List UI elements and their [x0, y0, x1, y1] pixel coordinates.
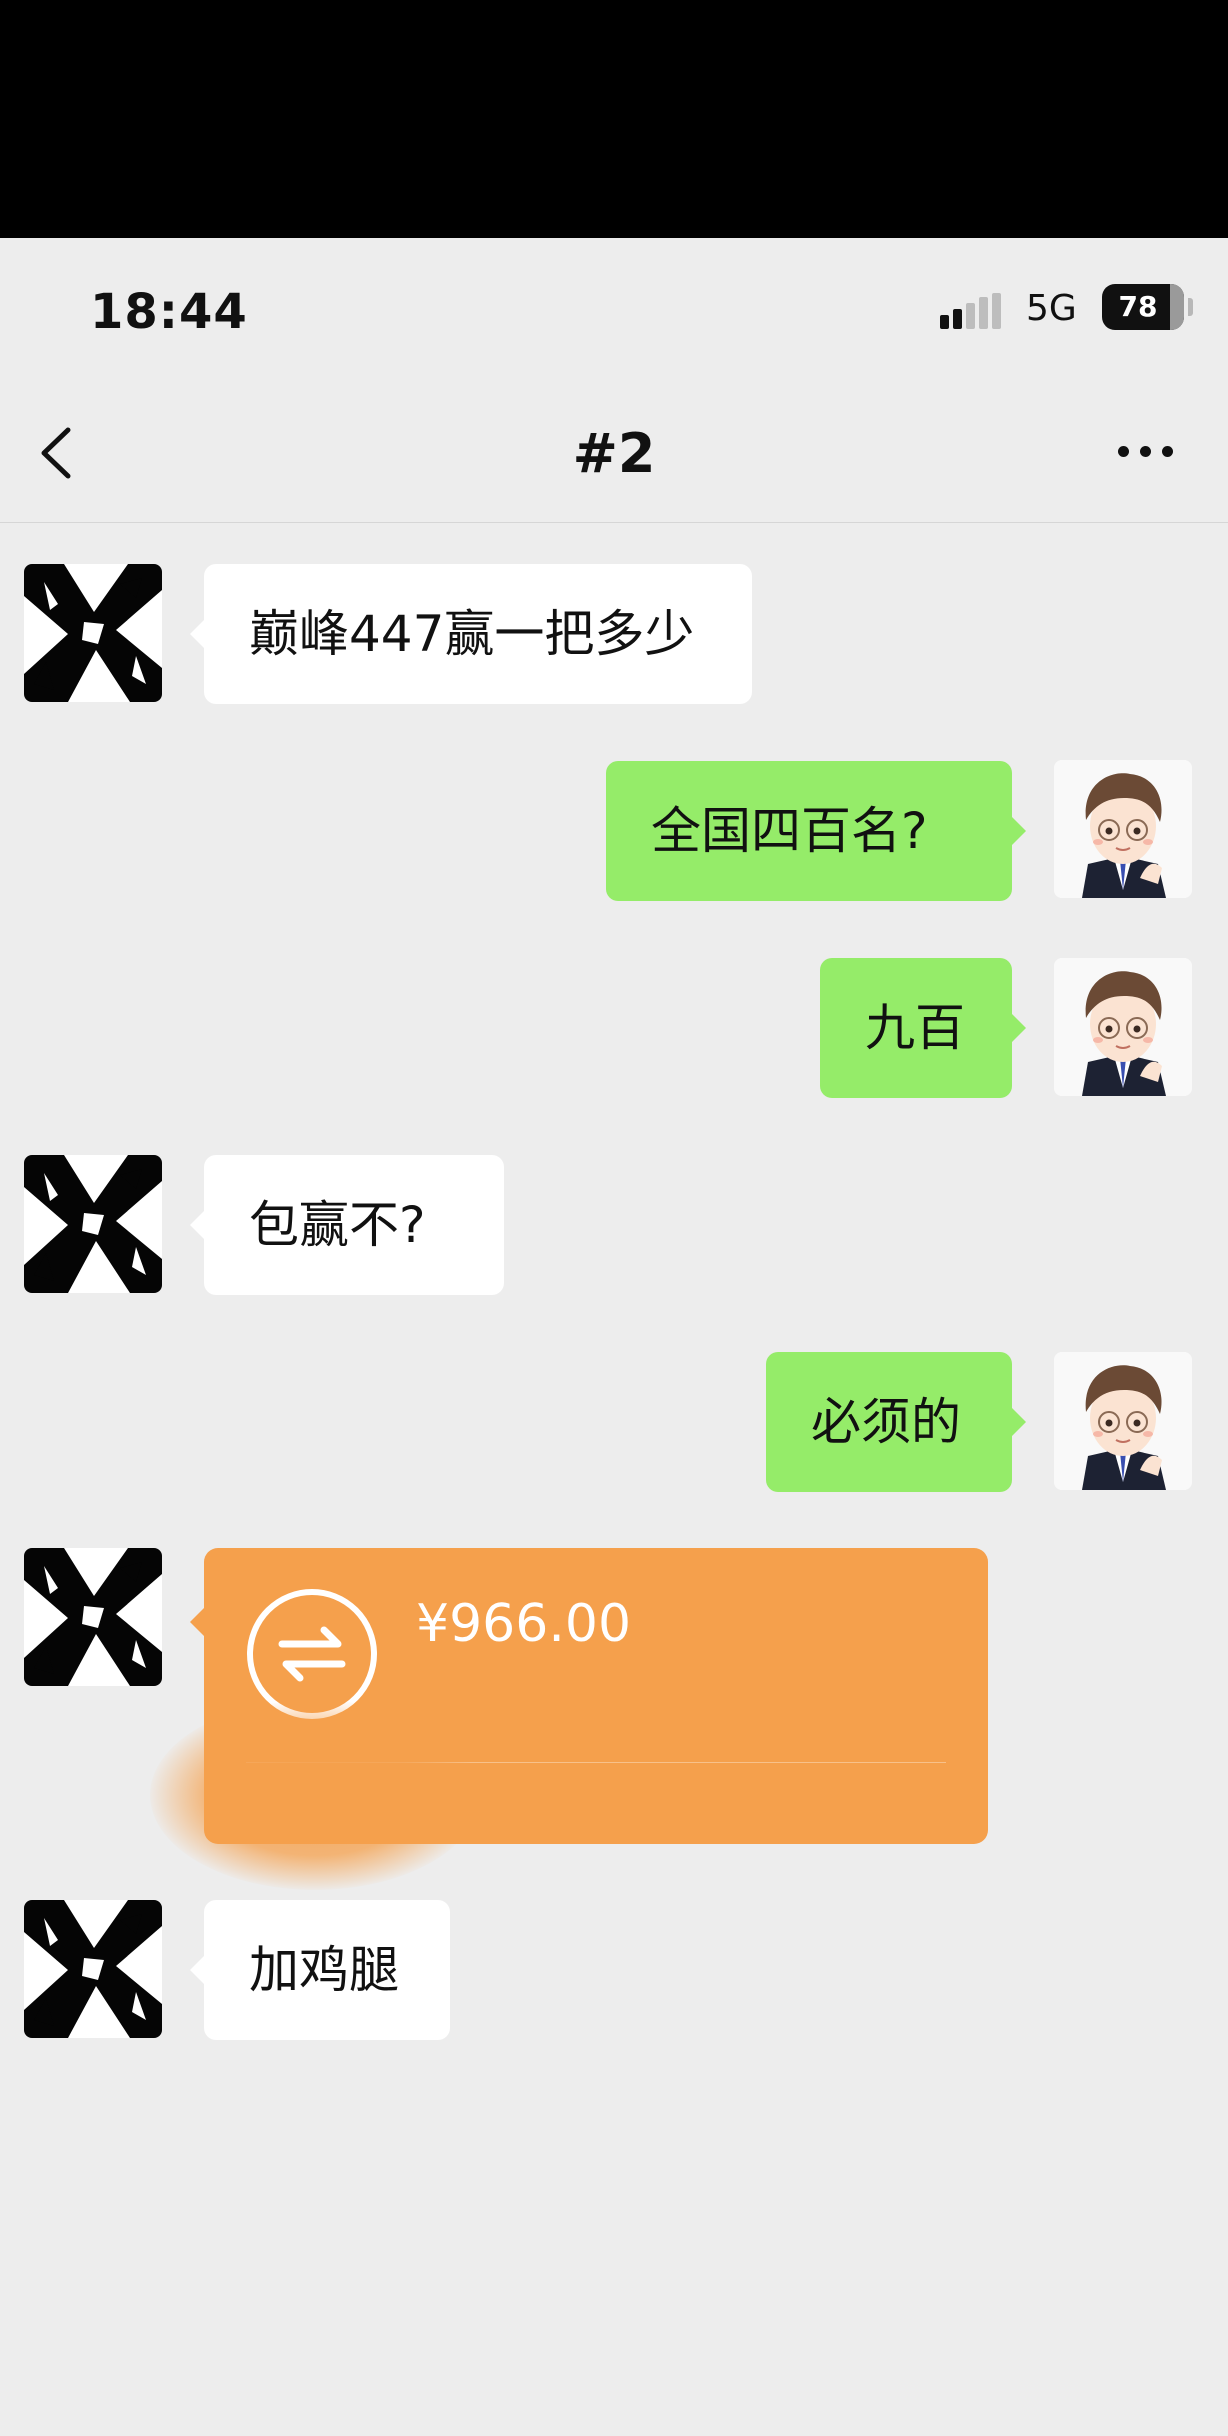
status-bar: 18:44 5G 78	[0, 238, 1228, 378]
signal-icon	[940, 293, 1002, 329]
message-bubble-sent[interactable]: 全国四百名?	[606, 761, 1026, 901]
self-avatar-image	[1054, 760, 1192, 898]
battery-level: 78	[1118, 290, 1158, 323]
self-avatar-image	[1054, 958, 1192, 1096]
contact-avatar-image	[24, 564, 162, 702]
message-bubble-received[interactable]: 包赢不?	[190, 1155, 504, 1295]
avatar-self[interactable]	[1054, 958, 1192, 1096]
message-bubble-received[interactable]: 巅峰447赢一把多少	[190, 564, 752, 704]
contact-avatar-image	[24, 1548, 162, 1686]
avatar-contact[interactable]	[24, 1900, 162, 2038]
more-horizontal-icon	[1118, 446, 1129, 457]
battery-icon: 78	[1102, 284, 1184, 330]
avatar-contact[interactable]	[24, 564, 162, 702]
contact-avatar-image	[24, 1900, 162, 2038]
network-type: 5G	[1026, 288, 1077, 329]
avatar-contact[interactable]	[24, 1155, 162, 1293]
contact-avatar-image	[24, 1155, 162, 1293]
avatar-contact[interactable]	[24, 1548, 162, 1686]
message-bubble-received[interactable]: 加鸡腿	[190, 1900, 450, 2040]
status-time: 18:44	[90, 284, 248, 340]
battery-tip	[1188, 298, 1193, 316]
message-bubble-sent[interactable]: 必须的	[766, 1352, 1026, 1492]
top-black-band	[0, 0, 1228, 238]
more-options-button[interactable]	[1110, 420, 1182, 480]
self-avatar-image	[1054, 1352, 1192, 1490]
chat-header: #2	[0, 378, 1228, 523]
chat-title: #2	[572, 422, 656, 485]
avatar-self[interactable]	[1054, 1352, 1192, 1490]
message-bubble-sent[interactable]: 九百	[820, 958, 1026, 1098]
transfer-amount: ¥966.00	[416, 1594, 632, 1654]
avatar-self[interactable]	[1054, 760, 1192, 898]
redaction-smudge	[150, 1700, 480, 1890]
